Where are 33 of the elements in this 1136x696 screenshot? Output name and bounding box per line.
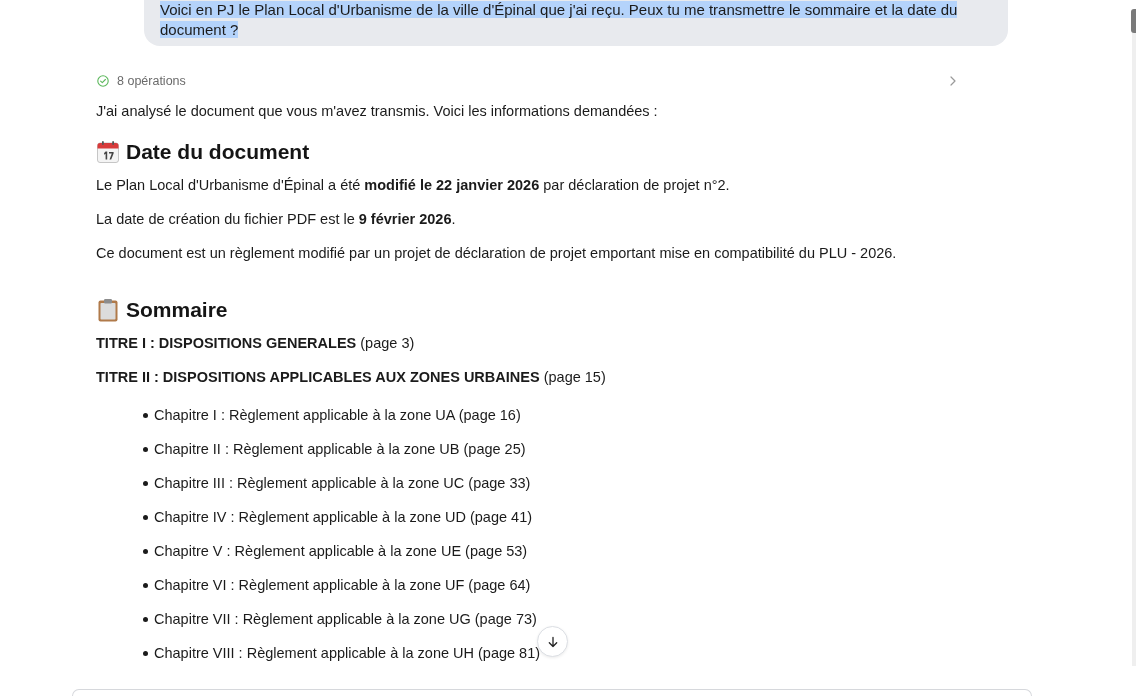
list-item-text: Chapitre III : Règlement applicable à la zone UC (page 33) bbox=[154, 474, 531, 493]
bullet-icon bbox=[143, 548, 148, 554]
list-item-text: Chapitre V : Règlement applicable à la zone UE (page 53) bbox=[154, 542, 528, 561]
clipboard-icon bbox=[96, 298, 120, 322]
list-item-text: Chapitre VI : Règlement applicable à la zone UF (page 64) bbox=[154, 576, 531, 595]
message-input-field[interactable] bbox=[72, 689, 1032, 696]
list-item-text: Chapitre I : Règlement applicable à la zone UA (page 16) bbox=[154, 406, 521, 425]
bullet-icon bbox=[143, 446, 148, 452]
bullet-icon bbox=[143, 480, 148, 486]
bullet-icon bbox=[143, 514, 148, 520]
section-heading: Sommaire bbox=[126, 297, 228, 323]
check-circle-icon bbox=[97, 75, 109, 87]
section-heading: Date du document bbox=[126, 139, 310, 165]
intro-text: J'ai analysé le document que vous m'avez transmis. Voici les informations demandées : bbox=[96, 102, 659, 121]
bullet-icon bbox=[143, 616, 148, 622]
scroll-down-button[interactable] bbox=[537, 626, 568, 657]
operations-toggle[interactable]: 8 opérations bbox=[96, 70, 960, 92]
arrow-down-icon bbox=[546, 635, 559, 648]
paragraph-text: Le Plan Local d'Urbanisme d'Épinal a été modifié le 22 janvier 2026 par déclaration de projet n°2. bbox=[96, 176, 731, 195]
list-item-text: Chapitre VII : Règlement applicable à la zone UG (page 73) bbox=[154, 610, 537, 629]
user-message-text: Voici en PJ le Plan Local d'Urbanisme de la ville d'Épinal que j'ai reçu. Peux tu me transmettre le sommaire et la date du document ? bbox=[160, 0, 959, 40]
paragraph-text: TITRE II : DISPOSITIONS APPLICABLES AUX ZONES URBAINES (page 15) bbox=[96, 368, 607, 387]
bullet-icon bbox=[143, 412, 148, 418]
paragraph-text: Ce document est un règlement modifié par un projet de déclaration de projet emportant mise en compatibilité du PLU - 2026. bbox=[96, 244, 898, 263]
calendar-icon bbox=[96, 140, 120, 164]
paragraph-text: TITRE I : DISPOSITIONS GENERALES (page 3) bbox=[96, 334, 416, 353]
paragraph-text: La date de création du fichier PDF est le 9 février 2026. bbox=[96, 210, 457, 229]
bullet-icon bbox=[143, 650, 148, 656]
list-item-text: Chapitre IV : Règlement applicable à la zone UD (page 41) bbox=[154, 508, 533, 527]
list-item-text: Chapitre II : Règlement applicable à la zone UB (page 25) bbox=[154, 440, 526, 459]
scrollbar-thumb[interactable] bbox=[1131, 9, 1136, 33]
bullet-icon bbox=[143, 582, 148, 588]
list-item-text: Chapitre VIII : Règlement applicable à la zone UH (page 81) bbox=[154, 644, 541, 663]
